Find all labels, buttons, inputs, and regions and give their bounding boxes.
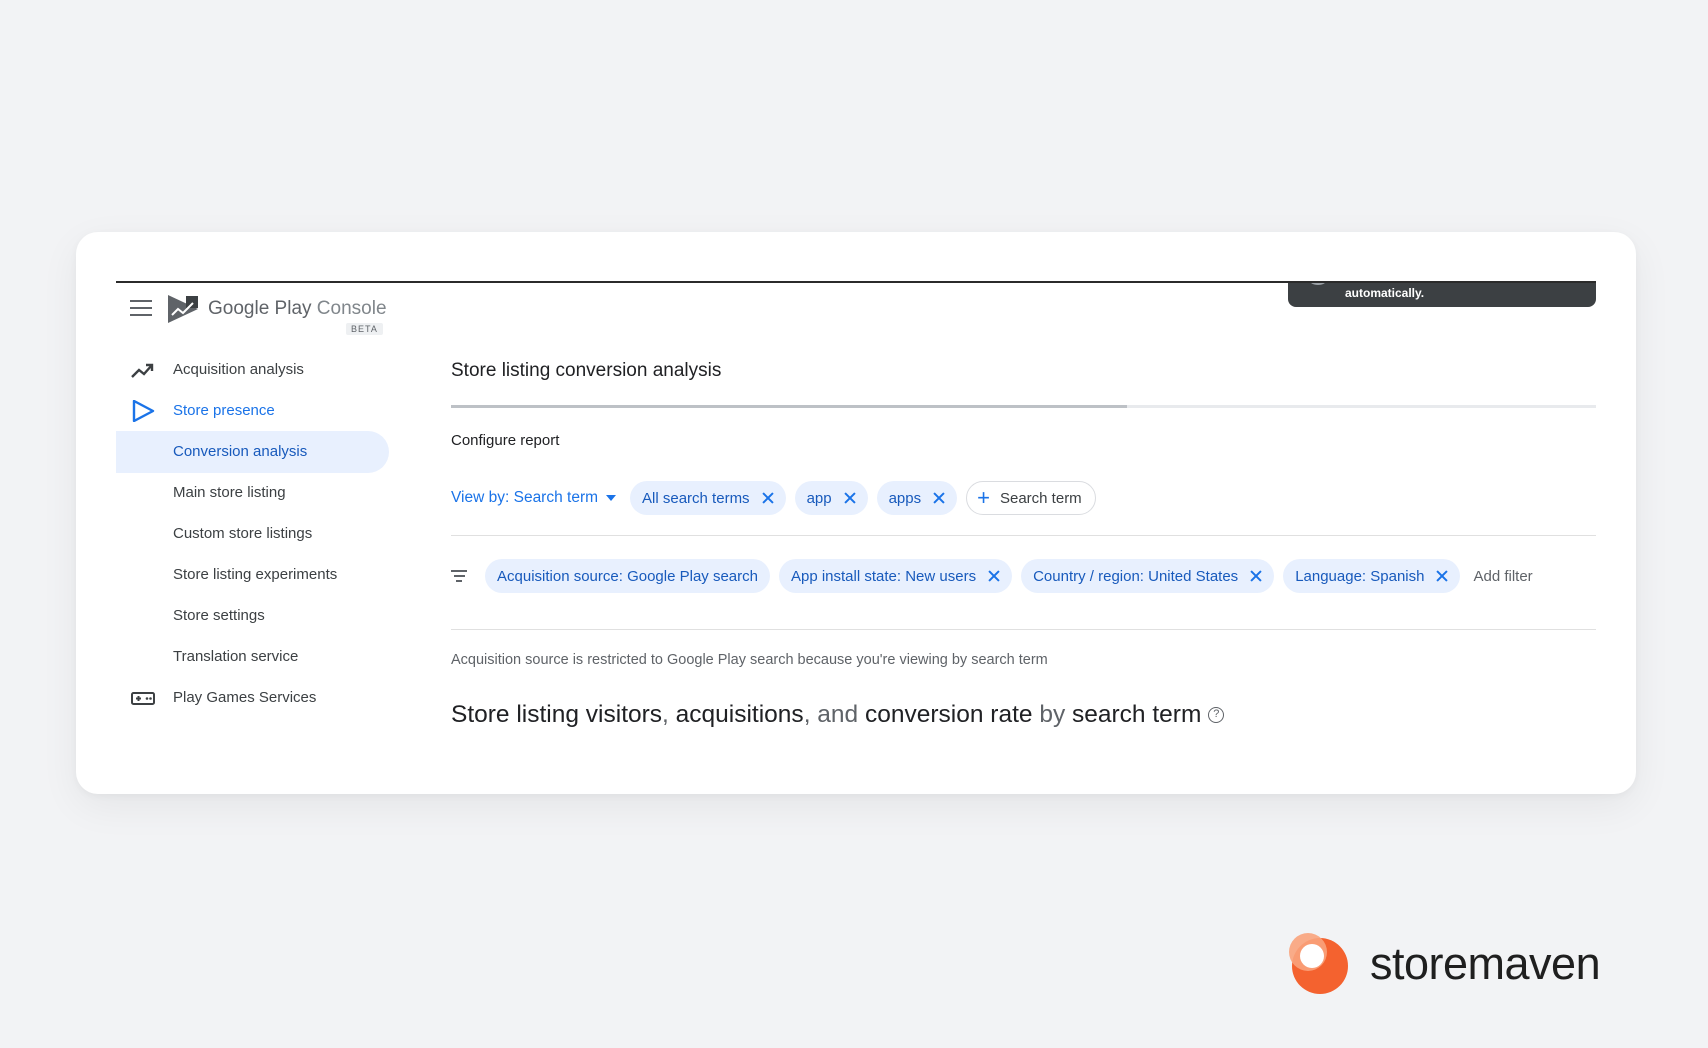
app-logo-text: Google Play Console	[208, 298, 387, 319]
close-icon[interactable]	[1436, 570, 1448, 582]
sidebar-item-store-listing-experiments[interactable]: Store listing experiments	[116, 554, 389, 596]
filter-chip[interactable]: App install state: New users	[778, 559, 1013, 593]
gamepad-icon	[131, 692, 155, 705]
filter-chip[interactable]: Language: Spanish	[1283, 559, 1461, 593]
close-icon[interactable]	[933, 492, 945, 504]
toast-notification: automatically.	[1288, 283, 1596, 307]
loading-progress-bar	[451, 405, 1596, 408]
storemaven-logo-icon	[1289, 933, 1348, 994]
add-search-term-button[interactable]: + Search term	[966, 481, 1096, 515]
info-note: Acquisition source is restricted to Goog…	[451, 652, 1048, 668]
search-term-chip[interactable]: app	[794, 481, 868, 515]
filter-chip[interactable]: Country / region: United States	[1021, 559, 1275, 593]
plus-icon: +	[977, 485, 990, 510]
view-by-dropdown[interactable]: View by: Search term	[451, 489, 617, 507]
close-icon[interactable]	[988, 570, 1000, 582]
trending-up-icon	[131, 363, 154, 378]
sidebar-item-acquisition-analysis[interactable]: Acquisition analysis	[116, 349, 389, 391]
sidebar-item-main-store-listing[interactable]: Main store listing	[116, 472, 389, 514]
search-term-chip[interactable]: apps	[876, 481, 958, 515]
search-term-row: View by: Search term All search terms ap…	[451, 481, 1105, 515]
sidebar-item-store-presence[interactable]: Store presence	[116, 390, 389, 432]
divider	[451, 535, 1596, 536]
sidebar-item-translation-service[interactable]: Translation service	[116, 636, 389, 678]
filter-icon[interactable]	[451, 570, 467, 582]
help-icon[interactable]: ?	[1208, 707, 1225, 723]
filter-row: Acquisition source: Google Play search A…	[451, 559, 1533, 593]
configure-report-heading: Configure report	[451, 432, 560, 449]
add-filter-input[interactable]: Add filter	[1473, 568, 1532, 585]
sidebar-item-play-games-services[interactable]: Play Games Services	[116, 677, 389, 719]
toast-icon	[1308, 283, 1328, 285]
close-icon[interactable]	[844, 492, 856, 504]
play-console-window: Google Play Console BETA automatically. …	[116, 281, 1596, 745]
close-icon[interactable]	[1250, 570, 1262, 582]
chart-section-title: Store listing visitors, acquisitions, an…	[451, 701, 1225, 729]
sidebar-item-conversion-analysis[interactable]: Conversion analysis	[116, 431, 389, 473]
close-icon[interactable]	[762, 492, 774, 504]
sidebar-item-custom-store-listings[interactable]: Custom store listings	[116, 513, 389, 555]
hamburger-menu-icon[interactable]	[130, 300, 152, 316]
search-term-chip[interactable]: All search terms	[630, 481, 786, 515]
filter-chip[interactable]: Acquisition source: Google Play search	[485, 559, 770, 593]
dropdown-caret-icon	[606, 495, 617, 501]
sidebar-item-store-settings[interactable]: Store settings	[116, 595, 389, 637]
play-triangle-icon	[132, 400, 155, 422]
play-console-logo-icon	[168, 295, 198, 323]
storemaven-wordmark: storemaven	[1370, 938, 1601, 989]
page-title: Store listing conversion analysis	[451, 360, 722, 381]
divider	[451, 629, 1596, 630]
beta-badge: BETA	[346, 323, 383, 335]
